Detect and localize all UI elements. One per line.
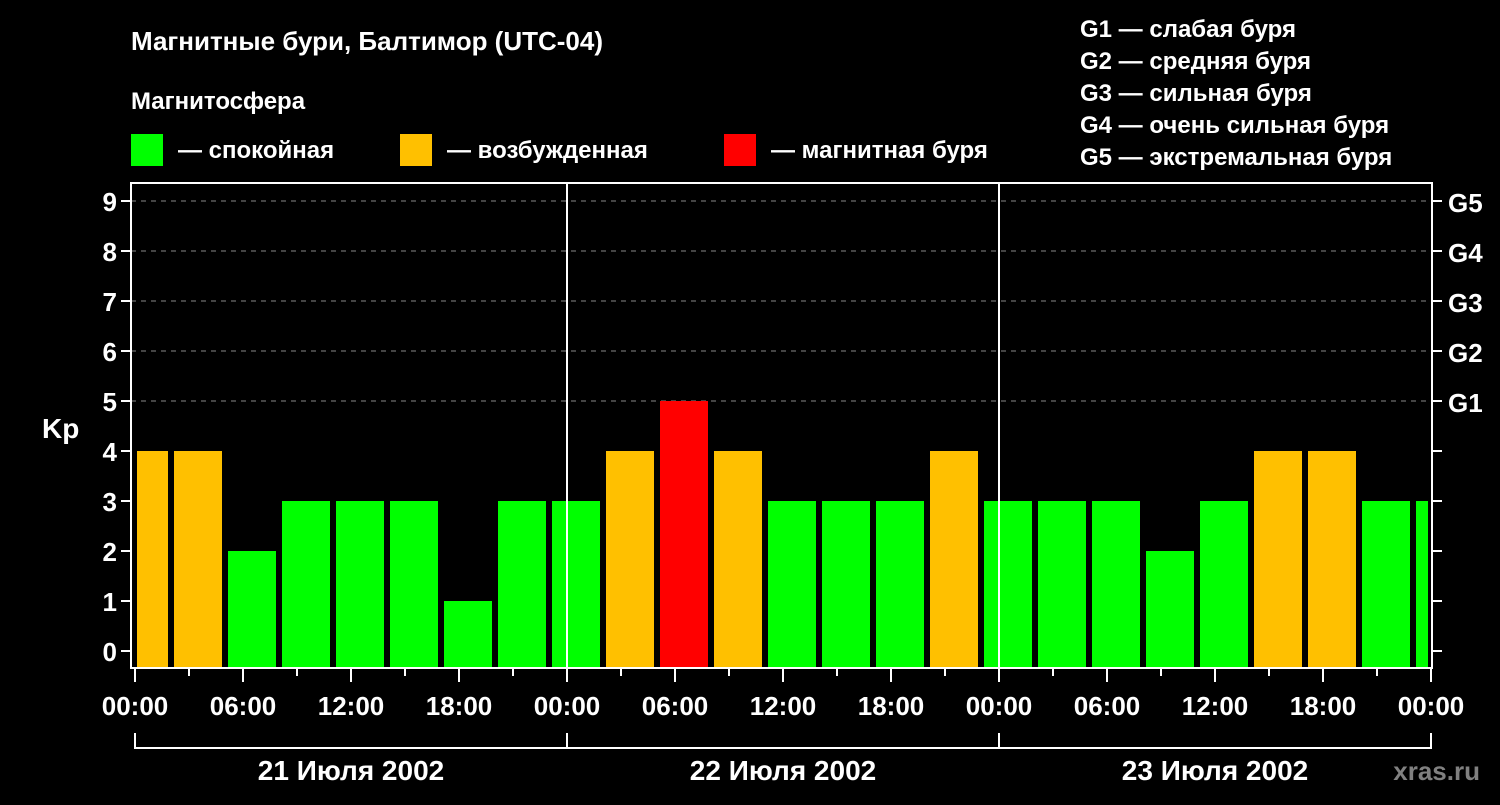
day-label: 22 Июля 2002 [690, 755, 876, 786]
y-tick-label: 0 [103, 637, 117, 667]
kp-bar [137, 451, 168, 668]
kp-bar [984, 501, 1032, 668]
kp-bar [1146, 551, 1194, 668]
kp-bar [336, 501, 384, 668]
kp-bar [228, 551, 276, 668]
legend-swatch [724, 134, 756, 166]
g-legend-item: G2 — средняя буря [1080, 48, 1311, 75]
y-tick-label: 7 [103, 287, 117, 317]
kp-bar [174, 451, 222, 668]
kp-bar [444, 601, 492, 668]
x-tick-label: 00:00 [966, 691, 1033, 721]
y-tick-label: 2 [103, 537, 117, 567]
kp-bar [606, 451, 654, 668]
g-legend-item: G1 — слабая буря [1080, 16, 1296, 43]
g-legend-item: G5 — экстремальная буря [1080, 144, 1392, 171]
legend-label: — возбужденная [447, 137, 648, 164]
x-tick-label: 18:00 [426, 691, 493, 721]
grid [131, 200, 1432, 402]
legend-label: — спокойная [178, 137, 334, 164]
kp-bar [660, 401, 708, 668]
bars [137, 401, 1428, 668]
kp-bar [1038, 501, 1086, 668]
x-tick-label: 12:00 [318, 691, 385, 721]
kp-bar [498, 501, 546, 668]
kp-bar [1200, 501, 1248, 668]
kp-bar [282, 501, 330, 668]
legend-swatch [400, 134, 432, 166]
x-tick-label: 12:00 [750, 691, 817, 721]
x-tick-label: 00:00 [534, 691, 601, 721]
y-axis-label: Kp [42, 413, 79, 444]
g-legend-item: G3 — сильная буря [1080, 80, 1312, 107]
chart-title: Магнитные бури, Балтимор (UTC-04) [131, 26, 603, 56]
kp-bar [768, 501, 816, 668]
g-tick-label: G1 [1448, 388, 1483, 418]
x-tick-label: 06:00 [210, 691, 277, 721]
y-tick-label: 4 [103, 437, 118, 467]
x-tick-label: 06:00 [642, 691, 709, 721]
kp-bar [390, 501, 438, 668]
g-tick-label: G5 [1448, 188, 1483, 218]
x-tick-label: 06:00 [1074, 691, 1141, 721]
day-label: 23 Июля 2002 [1122, 755, 1308, 786]
legend-label: — магнитная буря [771, 137, 988, 164]
y-tick-label: 5 [103, 387, 117, 417]
legend-title: Магнитосфера [131, 88, 306, 115]
g-tick-label: G4 [1448, 238, 1483, 268]
kp-bar [822, 501, 870, 668]
g-legend-item: G4 — очень сильная буря [1080, 112, 1389, 139]
kp-chart: Магнитные бури, Балтимор (UTC-04) Магнит… [42, 16, 1483, 786]
x-tick-label: 18:00 [1290, 691, 1357, 721]
kp-bar [552, 501, 600, 668]
x-tick-label: 00:00 [102, 691, 169, 721]
day-bracket [134, 733, 1432, 749]
legend: — спокойная — возбужденная — магнитная бур… [131, 134, 988, 166]
y-tick-label: 9 [103, 187, 117, 217]
y-tick-label: 6 [103, 337, 117, 367]
legend-swatch [131, 134, 163, 166]
x-tick-label: 18:00 [858, 691, 925, 721]
kp-bar [1308, 451, 1356, 668]
g-scale-legend: G1 — слабая буря G2 — средняя буря G3 — си… [1080, 16, 1392, 171]
kp-bar [714, 451, 762, 668]
kp-bar [876, 501, 924, 668]
g-tick-label: G3 [1448, 288, 1483, 318]
kp-bar [1362, 501, 1410, 668]
kp-bar [1416, 501, 1428, 668]
kp-bar [1254, 451, 1302, 668]
x-tick-label: 12:00 [1182, 691, 1249, 721]
y-tick-label: 8 [103, 237, 117, 267]
kp-bar [1092, 501, 1140, 668]
day-label: 21 Июля 2002 [258, 755, 444, 786]
kp-bar [930, 451, 978, 668]
y-tick-label: 3 [103, 487, 117, 517]
x-tick-label: 00:00 [1398, 691, 1465, 721]
g-tick-label: G2 [1448, 338, 1483, 368]
y-tick-label: 1 [103, 587, 117, 617]
watermark: xras.ru [1393, 756, 1480, 786]
